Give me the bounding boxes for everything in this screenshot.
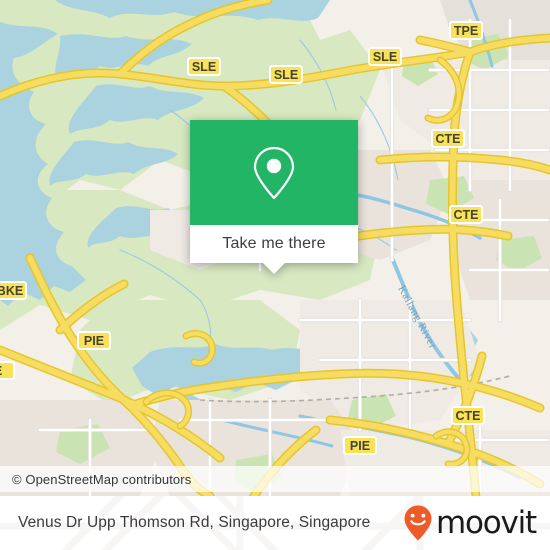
footer-bar: Venus Dr Upp Thomson Rd, Singapore, Sing… bbox=[0, 496, 550, 550]
shield-sle-1: SLE bbox=[187, 57, 221, 76]
moovit-smiley-pin-icon bbox=[404, 505, 432, 541]
shield-cte-3: CTE bbox=[451, 406, 485, 425]
popup-tail-pointer bbox=[263, 263, 285, 274]
map-share-card: .w{fill:#aad3df} .forest{fill:#d8e9c2} .… bbox=[0, 0, 550, 550]
moovit-wordmark: moovit bbox=[435, 504, 537, 541]
svg-text:PIE: PIE bbox=[84, 334, 104, 348]
svg-text:E: E bbox=[0, 364, 2, 378]
popup-action-bar[interactable]: Take me there bbox=[190, 225, 358, 263]
osm-attribution-text: © OpenStreetMap contributors bbox=[12, 471, 192, 487]
svg-text:CTE: CTE bbox=[454, 208, 479, 222]
shield-tpe: TPE bbox=[449, 21, 483, 40]
shield-pie-1: PIE bbox=[77, 331, 111, 350]
shield-cte-1: CTE bbox=[431, 129, 465, 148]
svg-text:BKE: BKE bbox=[0, 284, 23, 298]
svg-text:PIE: PIE bbox=[350, 439, 370, 453]
place-name-label: Venus Dr Upp Thomson Rd, Singapore, Sing… bbox=[18, 514, 371, 531]
shield-cte-2: CTE bbox=[449, 205, 483, 224]
shield-pie-2: PIE bbox=[343, 436, 377, 455]
svg-text:SLE: SLE bbox=[373, 50, 397, 64]
take-me-there-label: Take me there bbox=[222, 235, 326, 252]
shield-sle-2: SLE bbox=[269, 65, 303, 84]
shield-edge: E bbox=[0, 361, 15, 380]
shield-bke: BKE bbox=[0, 281, 27, 300]
moovit-logo[interactable]: moovit bbox=[403, 504, 537, 542]
osm-attribution: © OpenStreetMap contributors bbox=[0, 466, 550, 492]
shield-sle-3: SLE bbox=[368, 47, 402, 66]
destination-popup[interactable]: Take me there bbox=[190, 120, 358, 274]
svg-text:CTE: CTE bbox=[456, 409, 481, 423]
popup-icon-area bbox=[190, 120, 358, 225]
svg-text:TPE: TPE bbox=[454, 24, 478, 38]
svg-text:SLE: SLE bbox=[192, 60, 216, 74]
svg-text:CTE: CTE bbox=[436, 132, 461, 146]
map-pin-icon bbox=[253, 146, 295, 199]
svg-text:SLE: SLE bbox=[274, 68, 298, 82]
